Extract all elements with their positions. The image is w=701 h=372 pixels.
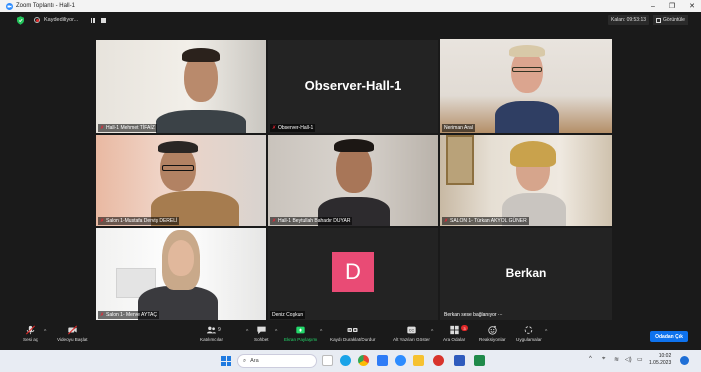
tile-display-name: Berkan [505, 266, 547, 280]
wall-frame [446, 135, 474, 185]
widgets-icon[interactable] [322, 355, 333, 366]
grid-view-icon [656, 17, 661, 23]
apps-icon [523, 323, 534, 337]
chat-icon [256, 323, 267, 337]
reactions-button[interactable]: Reaksiyonlar [479, 323, 506, 342]
chrome-icon[interactable] [358, 355, 369, 366]
video-tile-4[interactable]: ✗ Salon 1-Mustafa Derviş DERELİ [96, 135, 266, 226]
leave-button[interactable]: Odadan Çık [650, 331, 688, 342]
unmute-button[interactable]: Sesi aç [23, 323, 38, 342]
glasses-icon [162, 165, 194, 171]
mic-muted-icon [25, 323, 36, 337]
pause-stop-recording-button[interactable]: Kaydı Duraklat/Durdur [330, 323, 375, 342]
file-explorer-icon[interactable] [413, 355, 424, 366]
apps-button[interactable]: Uygulamalar [516, 323, 542, 342]
view-label: Görüntüle [663, 17, 685, 23]
video-off-icon [67, 323, 78, 337]
video-tile-5[interactable]: ✗ Hall-1 Beytullah Bahadır DUYAR [268, 135, 438, 226]
chat-button[interactable]: Sohbet [254, 323, 269, 342]
video-tile-8[interactable]: D Deniz Coşkun [268, 228, 438, 320]
video-tile-1[interactable]: ✗ Hall-1 Mehmet TİFAİZ [96, 40, 266, 133]
participants-count: 9 [218, 327, 221, 333]
speaker-icon[interactable]: ◁) [625, 356, 632, 363]
location-icon[interactable]: ⌖ [602, 356, 605, 363]
word-icon[interactable] [454, 355, 465, 366]
meeting-timer: Kalan: 09:53:13 [608, 15, 650, 25]
muted-mic-icon: ✗ [272, 217, 277, 224]
tile-name-label: ✗ Salon 1- Merve AYTAÇ [98, 311, 159, 319]
tile-name-label: ✗ Salon 1-Mustafa Derviş DERELİ [98, 217, 180, 225]
glasses-icon [512, 67, 542, 72]
show-captions-button[interactable]: CC Alt Yazıları Göster [393, 323, 430, 342]
reactions-icon [487, 323, 498, 337]
tray-overflow-icon[interactable]: ^ [589, 356, 592, 362]
muted-mic-icon: ✗ [100, 311, 105, 318]
windows-taskbar: ⌕ Ara ^ ⌖ ≋ ◁) ▭ 10:02 1.05.2023 [0, 350, 701, 372]
excel-icon[interactable] [474, 355, 485, 366]
battery-icon[interactable]: ▭ [637, 356, 643, 363]
video-tile-3-active-speaker[interactable]: Neriman Aral [440, 39, 612, 133]
share-screen-button[interactable]: Ekran Paylaşımı [284, 323, 317, 342]
window-titlebar: Zoom Toplantı - Hall-1 – ❐ ✕ [0, 0, 701, 12]
record-dot-icon [34, 17, 40, 23]
minimize-button[interactable]: – [651, 3, 655, 10]
apps-caret-icon[interactable]: ^ [545, 329, 547, 335]
pause-stop-icon [347, 323, 358, 337]
video-tile-2[interactable]: Observer-Hall-1 ✗ Observer-Hall-1 [268, 40, 438, 133]
start-video-button[interactable]: Videoyu Başlat [57, 323, 88, 342]
shield-icon[interactable] [17, 16, 24, 25]
video-tile-9[interactable]: Berkan Berkan sese bağlanıyor ⋯ [440, 228, 612, 320]
participant-face [168, 240, 194, 276]
tile-name-label: Neriman Aral [442, 124, 475, 132]
zoom-logo-icon [6, 2, 13, 10]
window-title: Zoom Toplantı - Hall-1 [16, 3, 75, 9]
recording-indicator: Kaydediliyor... [34, 14, 107, 26]
participants-caret-icon[interactable]: ^ [246, 329, 248, 335]
video-tile-7[interactable]: ✗ Salon 1- Merve AYTAÇ [96, 228, 266, 320]
captions-icon: CC [406, 323, 417, 337]
svg-text:CC: CC [409, 329, 415, 333]
windows-start-icon[interactable] [221, 356, 231, 366]
breakout-rooms-icon [449, 323, 460, 337]
edge-browser-icon[interactable] [340, 355, 351, 366]
muted-mic-icon: ✗ [100, 124, 105, 131]
tile-name-label: ✗ Hall-1 Beytullah Bahadır DUYAR [270, 217, 353, 225]
zoom-taskbar-icon[interactable] [395, 355, 406, 366]
tile-name-label: Deniz Coşkun [270, 311, 306, 319]
files-icon[interactable] [377, 355, 388, 366]
recording-label: Kaydediliyor... [44, 17, 79, 23]
tile-name-label: Berkan sese bağlanıyor ⋯ [444, 312, 503, 318]
opera-icon[interactable] [433, 355, 444, 366]
muted-mic-icon: ✗ [100, 217, 105, 224]
video-tile-6[interactable]: ✗ SALON 1- Türkan AKYOL GÜNER [440, 135, 612, 226]
muted-mic-icon: ✗ [444, 217, 449, 224]
view-button[interactable]: Görüntüle [653, 15, 688, 25]
breakout-badge: 3 [461, 325, 468, 331]
taskbar-search-input[interactable]: ⌕ Ara [237, 354, 317, 368]
search-icon: ⌕ [243, 357, 247, 364]
stop-recording-icon[interactable] [101, 17, 107, 23]
muted-mic-icon: ✗ [272, 124, 277, 131]
tile-display-name: Observer-Hall-1 [304, 78, 402, 93]
captions-caret-icon[interactable]: ^ [431, 329, 433, 335]
tile-name-label: ✗ SALON 1- Türkan AKYOL GÜNER [442, 217, 529, 225]
share-screen-icon [295, 323, 306, 337]
wifi-icon[interactable]: ≋ [614, 356, 619, 363]
taskbar-clock[interactable]: 10:02 1.05.2023 [649, 353, 671, 367]
audio-options-caret-icon[interactable]: ^ [44, 329, 46, 335]
chat-caret-icon[interactable]: ^ [275, 329, 277, 335]
tile-name-label: ✗ Hall-1 Mehmet TİFAİZ [98, 124, 157, 132]
close-button[interactable]: ✕ [689, 2, 695, 10]
share-caret-icon[interactable]: ^ [320, 329, 322, 335]
tile-name-label: ✗ Observer-Hall-1 [270, 124, 316, 132]
pause-recording-icon[interactable] [88, 17, 97, 24]
participants-icon [206, 323, 217, 337]
avatar: D [332, 252, 374, 292]
notification-icon[interactable] [680, 356, 689, 365]
maximize-button[interactable]: ❐ [669, 2, 675, 10]
